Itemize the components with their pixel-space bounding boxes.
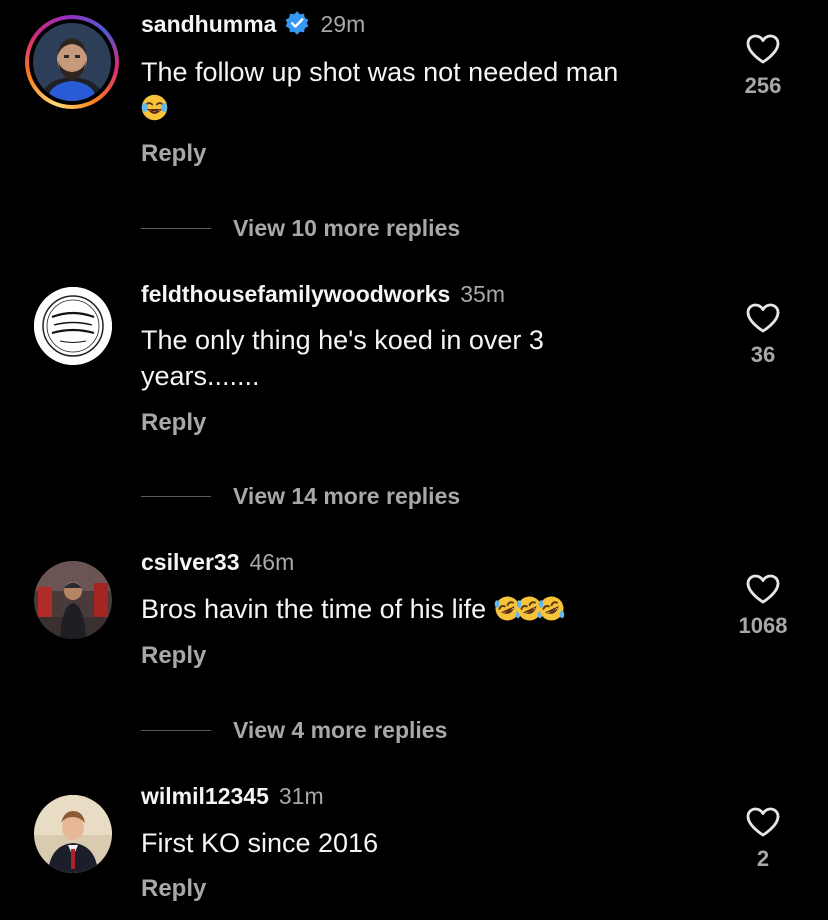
- avatar-csilver33[interactable]: [34, 561, 112, 639]
- like-button[interactable]: 1068: [725, 573, 801, 639]
- username[interactable]: csilver33: [141, 549, 239, 575]
- comment-text: The only thing he's koed in over 3 years…: [141, 322, 701, 394]
- like-button[interactable]: 256: [725, 33, 801, 99]
- reply-button[interactable]: Reply: [141, 140, 206, 168]
- view-replies-button[interactable]: View 10 more replies: [141, 213, 460, 243]
- like-button[interactable]: 36: [725, 302, 801, 368]
- verified-badge-icon: [286, 11, 309, 35]
- heart-outline-icon: [746, 574, 780, 604]
- comment-text: Bros havin the time of his life: [141, 591, 701, 627]
- comment-header: feldthousefamilywoodworks 35m: [141, 280, 505, 308]
- avatar-feldthousefamilywoodworks[interactable]: [34, 287, 112, 365]
- comment-text-content: First KO since 2016: [141, 828, 379, 858]
- reply-button[interactable]: Reply: [141, 409, 206, 437]
- avatar-story-ring[interactable]: [25, 15, 119, 109]
- comment-time: 46m: [249, 549, 295, 575]
- like-count: 256: [744, 73, 782, 98]
- reply-button[interactable]: Reply: [141, 642, 206, 670]
- comment-time: 35m: [460, 281, 506, 307]
- username[interactable]: feldthousefamilywoodworks: [141, 281, 450, 307]
- comment-time: 29m: [320, 11, 366, 37]
- comment-text: First KO since 2016: [141, 825, 701, 861]
- heart-outline-icon: [746, 34, 780, 64]
- avatar-wilmil12345[interactable]: [34, 795, 112, 873]
- heart-outline-icon: [746, 807, 780, 837]
- avatar-sandhumma: [33, 23, 111, 101]
- comment-text-content: The follow up shot was not needed man: [141, 57, 619, 87]
- divider-line: [141, 227, 211, 229]
- comment-text-line: The only thing he's koed in over 3: [141, 325, 544, 355]
- heart-outline-icon: [746, 303, 780, 333]
- username[interactable]: sandhumma: [141, 11, 276, 37]
- comment-text-line: years.......: [141, 361, 260, 391]
- divider-line: [141, 495, 211, 497]
- view-replies-label: View 14 more replies: [233, 482, 461, 509]
- comment-header: csilver33 46m: [141, 548, 294, 576]
- view-replies-button[interactable]: View 14 more replies: [141, 481, 460, 511]
- view-replies-label: View 4 more replies: [233, 716, 448, 743]
- woodworks-logo: [34, 287, 112, 365]
- comment-text: The follow up shot was not needed man: [141, 54, 701, 126]
- rofl-emoji: [538, 596, 564, 621]
- view-replies-label: View 10 more replies: [233, 214, 461, 241]
- like-count: 2: [756, 846, 770, 871]
- view-replies-button[interactable]: View 4 more replies: [141, 715, 447, 745]
- like-count: 1068: [738, 613, 788, 638]
- divider-line: [141, 729, 211, 731]
- comment-header: wilmil12345 31m: [141, 782, 324, 810]
- comment-text-content: Bros havin the time of his life: [141, 594, 494, 624]
- reply-button[interactable]: Reply: [141, 875, 206, 903]
- like-count: 36: [750, 342, 776, 367]
- username[interactable]: wilmil12345: [141, 783, 269, 809]
- joy-emoji: [141, 94, 168, 121]
- like-button[interactable]: 2: [725, 806, 801, 872]
- comment-header: sandhumma 29m: [141, 10, 365, 38]
- comment-time: 31m: [278, 783, 324, 809]
